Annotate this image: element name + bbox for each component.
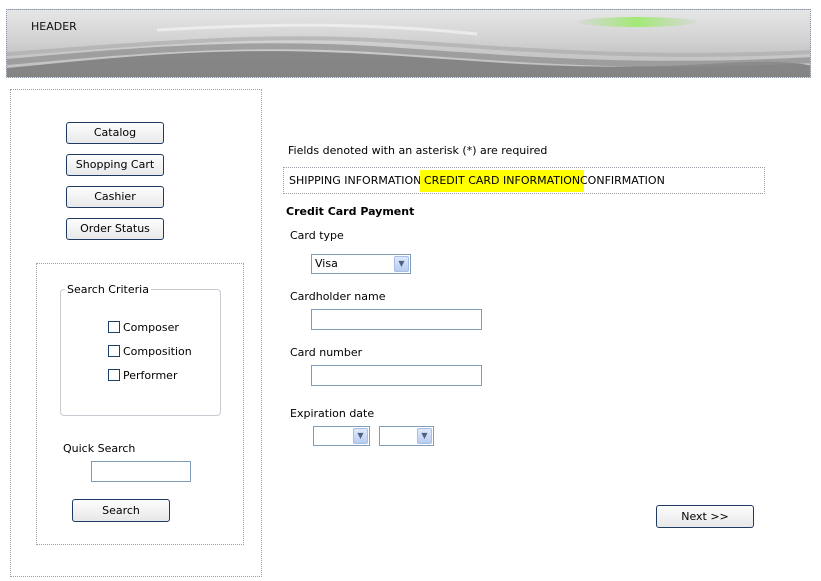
form-title: Credit Card Payment [286, 205, 415, 218]
expiration-year-select[interactable]: ▼ [379, 426, 434, 446]
checkout-steps: SHIPPING INFORMATION CREDIT CARD INFORMA… [283, 167, 765, 194]
criteria-performer-row[interactable]: Performer [108, 368, 177, 382]
search-criteria-group: Search Criteria Composer Composition Per… [60, 283, 221, 416]
quick-search-input[interactable] [91, 461, 191, 482]
composer-label: Composer [123, 320, 179, 334]
card-number-input[interactable] [311, 365, 482, 386]
search-panel: Search Criteria Composer Composition Per… [36, 263, 244, 545]
criteria-composer-row[interactable]: Composer [108, 320, 179, 334]
order-status-button[interactable]: Order Status [66, 218, 164, 240]
next-button[interactable]: Next >> [656, 505, 754, 528]
step-confirmation: CONFIRMATION [580, 174, 665, 187]
chevron-down-icon: ▼ [353, 428, 368, 444]
composition-checkbox[interactable] [108, 345, 120, 357]
cashier-button[interactable]: Cashier [66, 186, 164, 208]
performer-label: Performer [123, 368, 178, 382]
expiration-month-select[interactable]: ▼ [313, 426, 370, 446]
cardholder-name-label: Cardholder name [290, 290, 386, 303]
step-credit-card-information: CREDIT CARD INFORMATION [420, 170, 585, 192]
card-number-label: Card number [290, 346, 363, 359]
catalog-button[interactable]: Catalog [66, 122, 164, 144]
left-sidebar: Catalog Shopping Cart Cashier Order Stat… [10, 89, 262, 577]
cardholder-name-input[interactable] [311, 309, 482, 330]
card-type-value: Visa [315, 257, 338, 270]
composition-label: Composition [123, 344, 192, 358]
expiration-date-label: Expiration date [290, 407, 375, 420]
search-criteria-title: Search Criteria [65, 283, 151, 296]
quick-search-label: Quick Search [63, 442, 136, 455]
chevron-down-icon: ▼ [417, 428, 432, 444]
header-wave-graphic [7, 17, 810, 77]
card-type-select[interactable]: Visa ▼ [311, 254, 411, 274]
header-banner: HEADER [6, 9, 811, 78]
shopping-cart-button[interactable]: Shopping Cart [66, 154, 164, 176]
card-type-label: Card type [290, 229, 344, 242]
composer-checkbox[interactable] [108, 321, 120, 333]
step-shipping-information: SHIPPING INFORMATION [289, 174, 422, 187]
required-fields-note: Fields denoted with an asterisk (*) are … [288, 144, 548, 157]
chevron-down-icon: ▼ [394, 256, 409, 272]
search-button[interactable]: Search [72, 499, 170, 522]
criteria-composition-row[interactable]: Composition [108, 344, 192, 358]
performer-checkbox[interactable] [108, 369, 120, 381]
header-label: HEADER [31, 20, 77, 33]
